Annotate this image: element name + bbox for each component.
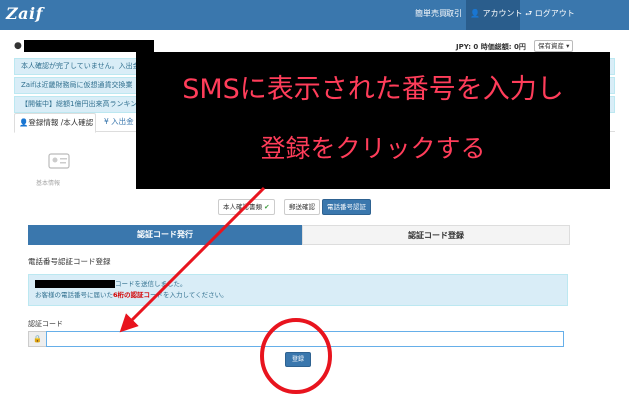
code-field-label: 認証コード: [28, 320, 63, 328]
redacted-username: [24, 40, 154, 52]
info-line-2-red: 6桁の認証コ: [113, 291, 151, 299]
user-icon: ●: [14, 41, 22, 51]
nav-easy-trade[interactable]: 簡単売買: [415, 8, 447, 20]
step-label: 基本情報: [36, 180, 61, 187]
info-line-1: コードを送信しました。: [35, 279, 561, 290]
verification-code-input[interactable]: [46, 331, 564, 347]
nav-account[interactable]: 👤 アカウント: [470, 8, 523, 20]
tab-issue-code[interactable]: 認証コード発行: [28, 225, 302, 245]
balance-display: JPY: 0 時価総額: 0円: [456, 43, 526, 51]
currency-select[interactable]: 保有資産 ▾: [534, 40, 574, 52]
info-line-2-before: お客様の電話番号に届いた: [35, 291, 113, 299]
alert-text: 【開催中】総額1億円出来高ランキング: [21, 100, 145, 108]
zaif-logo[interactable]: Zaif: [6, 4, 43, 23]
postal-verification-button[interactable]: 郵送確認: [284, 199, 320, 215]
tab-registration-info[interactable]: 👤登録情報 /本人確認: [14, 113, 96, 133]
info-line-2: お客様の電話番号に届いた6桁の認証コードを入力してください。: [35, 290, 561, 301]
info-line-1-text: コードを送信しました。: [115, 280, 187, 288]
alert-text: Zaifは近畿財務局に仮想通貨交換業: [21, 81, 133, 89]
register-button[interactable]: 登録: [285, 352, 311, 367]
id-card-icon: [48, 153, 70, 169]
id-documents-button[interactable]: 本人確認書類 ✔: [218, 199, 275, 215]
instruction-line-1: SMSに表示された番号を入力し: [182, 74, 564, 105]
nav-logout[interactable]: ⮐ ログアウト: [525, 8, 575, 20]
tab-register-code[interactable]: 認証コード登録: [302, 225, 570, 245]
nav-trade[interactable]: 取引: [446, 8, 462, 20]
section-title: 電話番号認証コード登録: [28, 257, 111, 266]
lock-icon: 🔒: [28, 331, 46, 347]
instruction-line-2: 登録をクリックする: [260, 134, 486, 163]
info-box: コードを送信しました。 お客様の電話番号に届いた6桁の認証コードを入力してくださ…: [28, 274, 568, 306]
tab-deposit-withdraw[interactable]: ¥ 入出金: [100, 113, 134, 131]
alert-text: 本人確認が完了していません。入出金や: [21, 62, 147, 70]
id-documents-label: 本人確認書類: [223, 203, 262, 211]
info-line-2-after: ードを入力してください。: [150, 291, 228, 299]
redacted-phone: [35, 280, 115, 288]
phone-verification-button[interactable]: 電話番号認証: [322, 199, 371, 215]
check-icon: ✔: [264, 203, 270, 211]
